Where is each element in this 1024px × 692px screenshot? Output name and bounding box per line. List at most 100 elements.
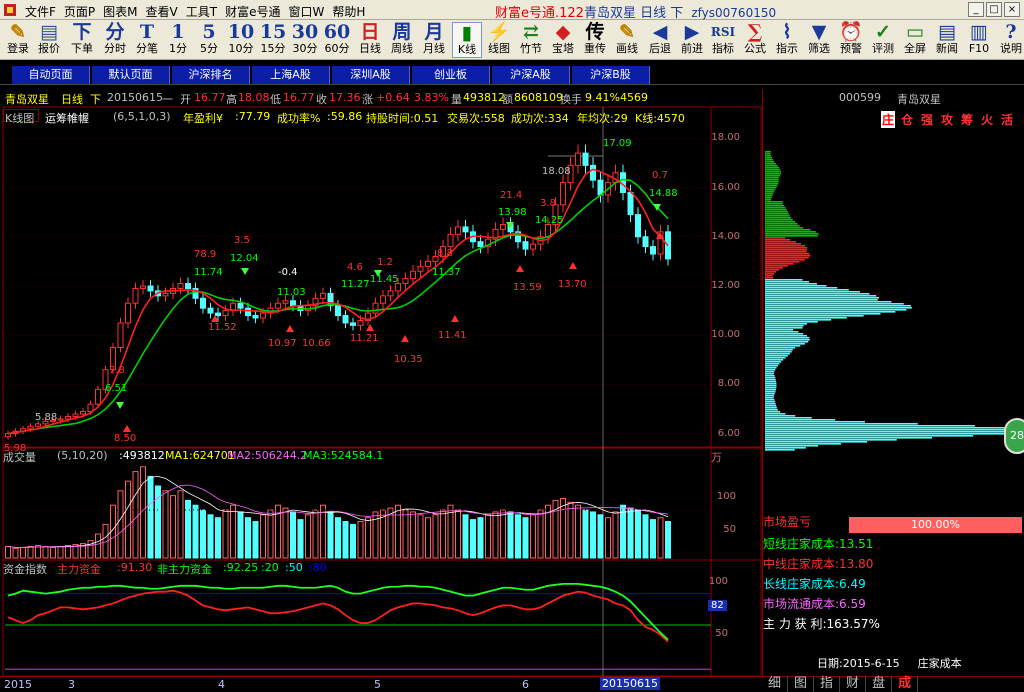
volume-title[interactable]: 成交量 — [3, 449, 36, 465]
candle-body-83 — [627, 191, 634, 216]
chip-tab-0[interactable]: 庄 — [881, 111, 896, 128]
float-badge[interactable]: 28 — [1004, 418, 1024, 454]
volume-axis-100: 100 — [716, 491, 736, 502]
candle-body-44 — [335, 305, 341, 317]
chip-bar-26 — [765, 203, 783, 205]
chip-bar-106 — [765, 363, 780, 365]
chip-bar-121 — [765, 393, 775, 395]
sell-arrow-0 — [123, 425, 131, 432]
chip-tab-5[interactable]: 火 — [981, 111, 993, 128]
chip-bar-5 — [765, 161, 775, 163]
close-button[interactable]: × — [1004, 2, 1020, 17]
volume-bar-76 — [575, 504, 581, 559]
bottom-tab-4[interactable]: 盘 — [866, 676, 893, 692]
chip-bar-4 — [765, 159, 774, 161]
chip-bar-18 — [765, 187, 777, 189]
chip-bar-64 — [765, 279, 803, 281]
chip-bar-45 — [765, 241, 796, 243]
volume-bar-53 — [402, 509, 409, 559]
bottom-tab-3[interactable]: 财 — [840, 676, 867, 692]
chip-bar-2 — [765, 155, 772, 157]
volume-bar-65 — [492, 511, 499, 559]
chip-tab-2[interactable]: 强 — [921, 111, 933, 128]
chip-bar-35 — [765, 221, 796, 223]
volume-bar-51 — [387, 507, 394, 559]
chip-tab-3[interactable]: 攻 — [941, 111, 953, 128]
fund-title[interactable]: 资金指数 — [3, 561, 47, 577]
volume-bar-12 — [95, 533, 101, 559]
toolbar-button-31[interactable]: ? 说明 — [996, 22, 1024, 58]
chip-bar-120 — [765, 391, 776, 393]
chip-tab-1[interactable]: 仓 — [901, 111, 913, 128]
chip-bar-29 — [765, 209, 787, 211]
kline-title[interactable]: K线图 — [5, 110, 34, 126]
volume-bar-80 — [605, 517, 611, 559]
chip-bar-137 — [765, 425, 975, 427]
annotation-14: 12.04 — [230, 253, 259, 264]
chip-bar-109 — [765, 369, 776, 371]
chip-tab-6[interactable]: 活 — [1001, 111, 1013, 128]
sell-arrow-4 — [401, 335, 409, 342]
maximize-button[interactable]: □ — [986, 2, 1002, 17]
chip-bar-67 — [765, 285, 827, 287]
volume-bar-44 — [335, 517, 341, 559]
stat-year-profit-label: 年盈利¥ — [183, 112, 223, 125]
toolbar-button-26[interactable]: ⏰ 预警 — [836, 22, 866, 58]
chip-bar-32 — [765, 215, 790, 217]
chip-bar-48 — [765, 247, 808, 249]
candle-body-9 — [72, 413, 79, 417]
toolbar-button-30[interactable]: ▥ F10 — [964, 22, 994, 58]
candle-body-31 — [237, 302, 244, 309]
volume-bar-77 — [582, 509, 589, 559]
candle-body-85 — [642, 236, 649, 248]
volume-bar-74 — [560, 497, 566, 559]
annotation-22: 11.52 — [208, 322, 237, 333]
chip-distribution-chart[interactable] — [763, 129, 1024, 529]
candle-body-18 — [140, 285, 146, 289]
toolbar-button-25[interactable]: ▼ 筛选 — [804, 22, 834, 58]
volume-bar-86 — [650, 519, 656, 559]
annotation-23: 10.97 — [268, 338, 297, 349]
volume-bar-43 — [327, 511, 334, 559]
market-profit-value: 100.00% — [911, 518, 960, 531]
buy-arrow-1 — [241, 268, 249, 275]
volume-bar-64 — [485, 514, 491, 559]
main-chart-canvas[interactable] — [0, 0, 762, 692]
bottom-tab-5[interactable]: 成 — [892, 676, 919, 692]
toolbar-button-29[interactable]: ▤ 新闻 — [932, 22, 962, 58]
chip-tab-4[interactable]: 筹 — [961, 111, 973, 128]
chip-bar-90 — [765, 331, 799, 333]
chip-bar-13 — [765, 177, 779, 179]
minimize-button[interactable]: _ — [968, 2, 984, 17]
toolbar-button-27[interactable]: ✓ 评测 — [868, 22, 898, 58]
annotation-10: 13.59 — [513, 282, 542, 293]
bottom-tab-0[interactable]: 细 — [762, 676, 789, 692]
chip-bar-33 — [765, 217, 792, 219]
toolbar-button-24[interactable]: ⌇ 指示 — [772, 22, 802, 58]
volume-bar-38 — [290, 511, 296, 559]
volume-bar-30 — [230, 504, 236, 559]
toolbar-label-27: 评测 — [872, 42, 894, 55]
toolbar-icon-31: ? — [1005, 21, 1017, 43]
bottom-tab-1[interactable]: 图 — [788, 676, 815, 692]
chip-bar-102 — [765, 355, 788, 357]
chip-bar-30 — [765, 211, 788, 213]
chip-bar-133 — [765, 417, 812, 419]
chip-bar-14 — [765, 179, 779, 181]
chip-bar-122 — [765, 395, 775, 397]
volume-bar-46 — [350, 523, 356, 559]
annotation-11: 13.70 — [558, 279, 587, 290]
bottom-tab-2[interactable]: 指 — [814, 676, 841, 692]
chip-bar-39 — [765, 229, 811, 231]
candle-body-51 — [387, 290, 394, 297]
price-axis-label-6: 6.00 — [717, 427, 740, 439]
toolbar-button-28[interactable]: ▭ 全屏 — [900, 22, 930, 58]
volume-bar-57 — [432, 514, 439, 559]
volume-bar-78 — [590, 511, 596, 559]
price-axis-label-4: 10.00 — [711, 329, 740, 341]
candle-body-38 — [290, 300, 296, 307]
chip-distribution-panel: 000599 青岛双星 庄仓强攻筹火活 市场盈亏 100.00% 短线庄家成本:… — [762, 89, 1024, 677]
market-profit-label: 市场盈亏 — [763, 515, 812, 529]
candle-body-45 — [342, 315, 349, 324]
indicator-name[interactable]: 运筹帷幄 — [45, 110, 89, 126]
